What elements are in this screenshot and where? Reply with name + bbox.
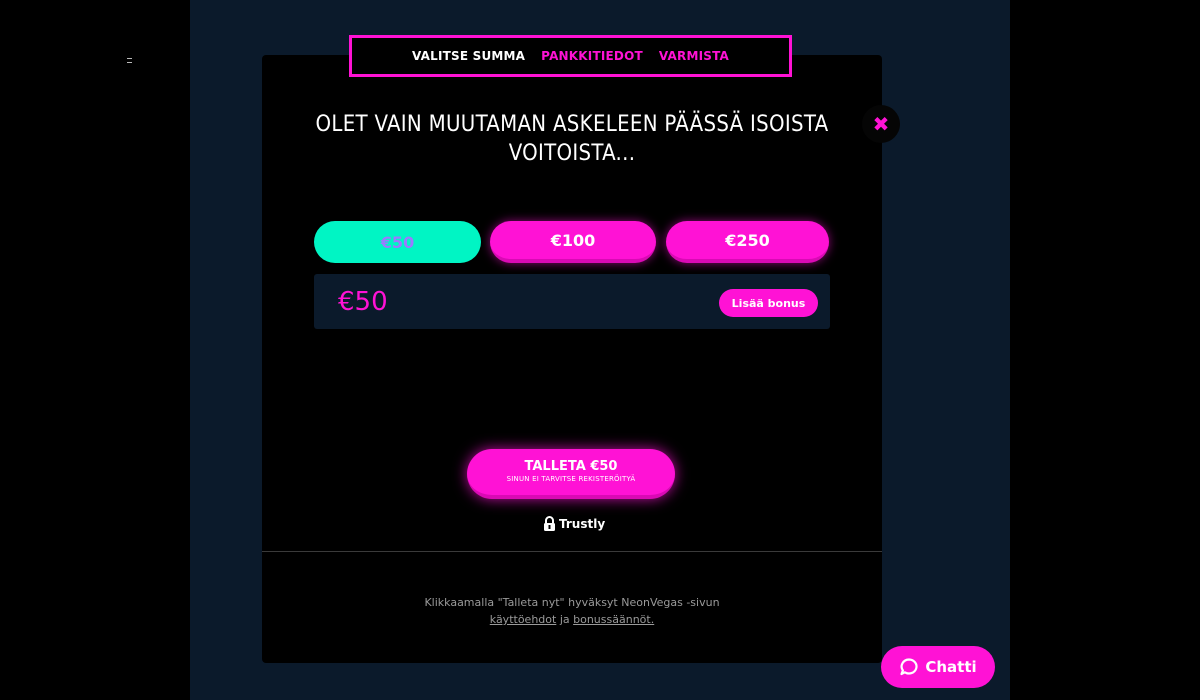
trustly-label: Trustly: [559, 517, 606, 531]
bonus-rules-link[interactable]: bonussäännöt.: [573, 613, 654, 626]
deposit-button-label: TALLETA €50: [524, 459, 618, 474]
step-bank-details: PANKKITIEDOT: [541, 49, 643, 63]
deposit-button[interactable]: TALLETA €50 SINUN EI TARVITSE REKISTERÖI…: [467, 449, 675, 499]
terms-conjunction: ja: [559, 613, 570, 626]
chat-label: Chatti: [925, 658, 977, 676]
chat-button[interactable]: Chatti: [881, 646, 995, 688]
add-bonus-button[interactable]: Lisää bonus: [719, 289, 818, 317]
trustly-lock-icon: [544, 516, 555, 531]
terms-notice: Klikkaamalla "Talleta nyt" hyväksyt Neon…: [262, 594, 882, 628]
step-indicator: VALITSE SUMMA PANKKITIEDOT VARMISTA: [349, 35, 792, 77]
amount-option-100[interactable]: €100: [490, 221, 656, 263]
amount-option-50[interactable]: €50: [314, 221, 481, 263]
headline-line-1: OLET VAIN MUUTAMAN ASKELEEN PÄÄSSÄ ISOIS…: [315, 112, 829, 137]
terms-of-use-link[interactable]: käyttöehdot: [490, 613, 557, 626]
deposit-button-sublabel: SINUN EI TARVITSE REKISTERÖITYÄ: [506, 475, 636, 483]
terms-text: Klikkaamalla "Talleta nyt" hyväksyt Neon…: [424, 596, 720, 609]
modal-divider: [262, 551, 882, 552]
trustly-logo: Trustly: [543, 515, 605, 533]
amount-option-250[interactable]: €250: [666, 221, 829, 263]
chat-bubble-icon: [900, 658, 918, 676]
amount-value: €50: [338, 287, 388, 317]
modal-headline: OLET VAIN MUUTAMAN ASKELEEN PÄÄSSÄ ISOIS…: [262, 110, 882, 168]
step-confirm: VARMISTA: [658, 49, 730, 63]
headline-line-2: VOITOISTA...: [508, 141, 636, 166]
step-select-amount: VALITSE SUMMA: [411, 49, 526, 63]
amount-input-field[interactable]: €50 Lisää bonus: [314, 274, 830, 329]
menu-icon: [127, 58, 132, 63]
